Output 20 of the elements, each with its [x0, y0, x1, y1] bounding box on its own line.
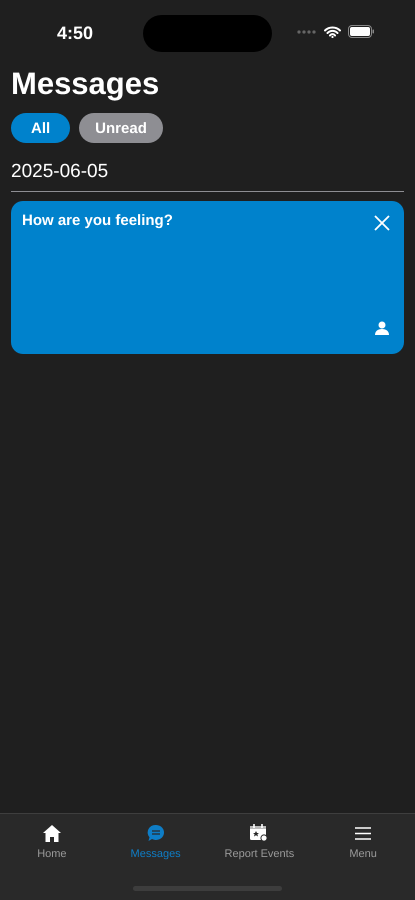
filter-chip[interactable]: Unread: [79, 113, 163, 143]
chat-bubble-icon: [146, 824, 165, 842]
menu-icon[interactable]: [355, 826, 372, 840]
page-title: Messages: [11, 66, 160, 102]
tab-item[interactable]: Home: [0, 814, 104, 861]
message-text: How are you feeling?: [22, 212, 173, 229]
signal-icon: [297, 30, 317, 34]
message-card[interactable]: How are you feeling?: [11, 201, 404, 354]
calendar-icon: [250, 824, 268, 842]
tab-item[interactable]: Messages: [104, 814, 208, 861]
tab-item[interactable]: Menu: [311, 814, 415, 861]
tab-item[interactable]: Report Events: [208, 814, 312, 861]
wifi-icon: [324, 26, 341, 38]
date-header: 2025-06-05: [11, 160, 404, 192]
status-time: 4:50: [57, 23, 94, 44]
battery-icon: [348, 25, 375, 38]
filter-chip[interactable]: All: [11, 113, 70, 143]
home-icon: [42, 824, 61, 842]
close-icon[interactable]: [374, 215, 390, 231]
person-icon: [375, 321, 389, 335]
